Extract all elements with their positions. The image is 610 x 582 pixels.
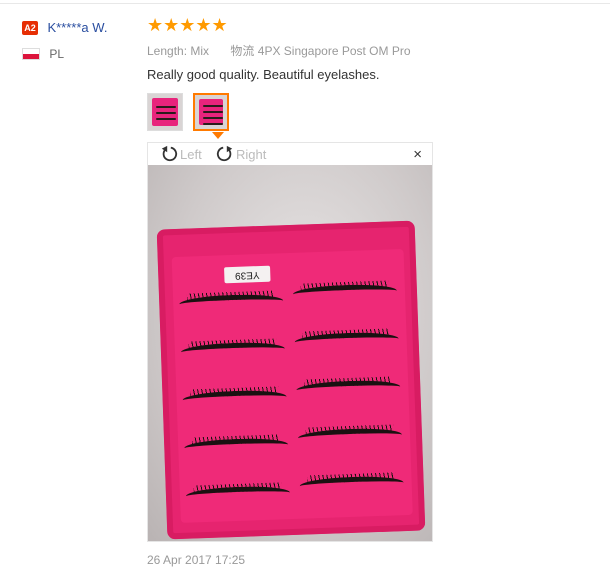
- country-code: PL: [49, 46, 65, 61]
- shipping-label: 物流: [230, 44, 255, 58]
- eyelash-strip: [182, 389, 287, 408]
- eyelash-strip: [296, 379, 401, 398]
- close-icon[interactable]: ×: [413, 146, 422, 163]
- eyelash-strip: [299, 475, 404, 494]
- reviewer-country: PL: [22, 46, 64, 61]
- length-label: Length:: [147, 44, 188, 58]
- viewer-toolbar: Left Right ×: [148, 143, 432, 165]
- eyelash-strip: [184, 437, 289, 456]
- review-attributes: Length: Mix 物流 4PX Singapore Post OM Pro: [147, 42, 411, 59]
- eyelash-strip: [185, 485, 291, 504]
- case-sticker: YE39: [224, 265, 271, 284]
- rating-stars: ★★★★★: [147, 15, 228, 35]
- photo-viewer: Left Right × YE39: [147, 142, 433, 542]
- review-date: 26 Apr 2017 17:25: [147, 553, 246, 567]
- divider: [0, 3, 610, 4]
- rotate-right-button[interactable]: Right: [216, 145, 266, 163]
- eyelash-strip: [292, 283, 398, 302]
- eyelash-strip: [179, 293, 284, 312]
- rotate-left-icon: [161, 145, 178, 162]
- reviewer-info: A2 K*****a W.: [22, 19, 107, 37]
- rotate-right-icon: [216, 145, 233, 162]
- level-badge: A2: [22, 20, 38, 35]
- selected-thumbnail-indicator: [212, 132, 224, 139]
- rotate-left-label: Left: [180, 146, 202, 162]
- photo-thumbnail-2[interactable]: [193, 93, 230, 131]
- photo-thumbnails: [147, 93, 235, 136]
- eyelash-strip: [297, 427, 403, 446]
- poland-flag-icon: [22, 47, 40, 60]
- rotate-left-button[interactable]: Left: [160, 145, 202, 163]
- eyelash-strip: [180, 341, 286, 360]
- eyelash-strip: [294, 331, 399, 350]
- photo-thumbnail-1[interactable]: [147, 93, 183, 131]
- review-text: Really good quality. Beautiful eyelashes…: [147, 67, 380, 82]
- review-photo: YE39: [148, 165, 432, 541]
- eyelash-case-image: YE39: [156, 220, 426, 540]
- length-value: Mix: [190, 44, 210, 58]
- shipping-value: 4PX Singapore Post OM Pro: [257, 44, 411, 58]
- reviewer-name[interactable]: K*****a W.: [47, 20, 107, 35]
- rotate-right-label: Right: [236, 146, 267, 162]
